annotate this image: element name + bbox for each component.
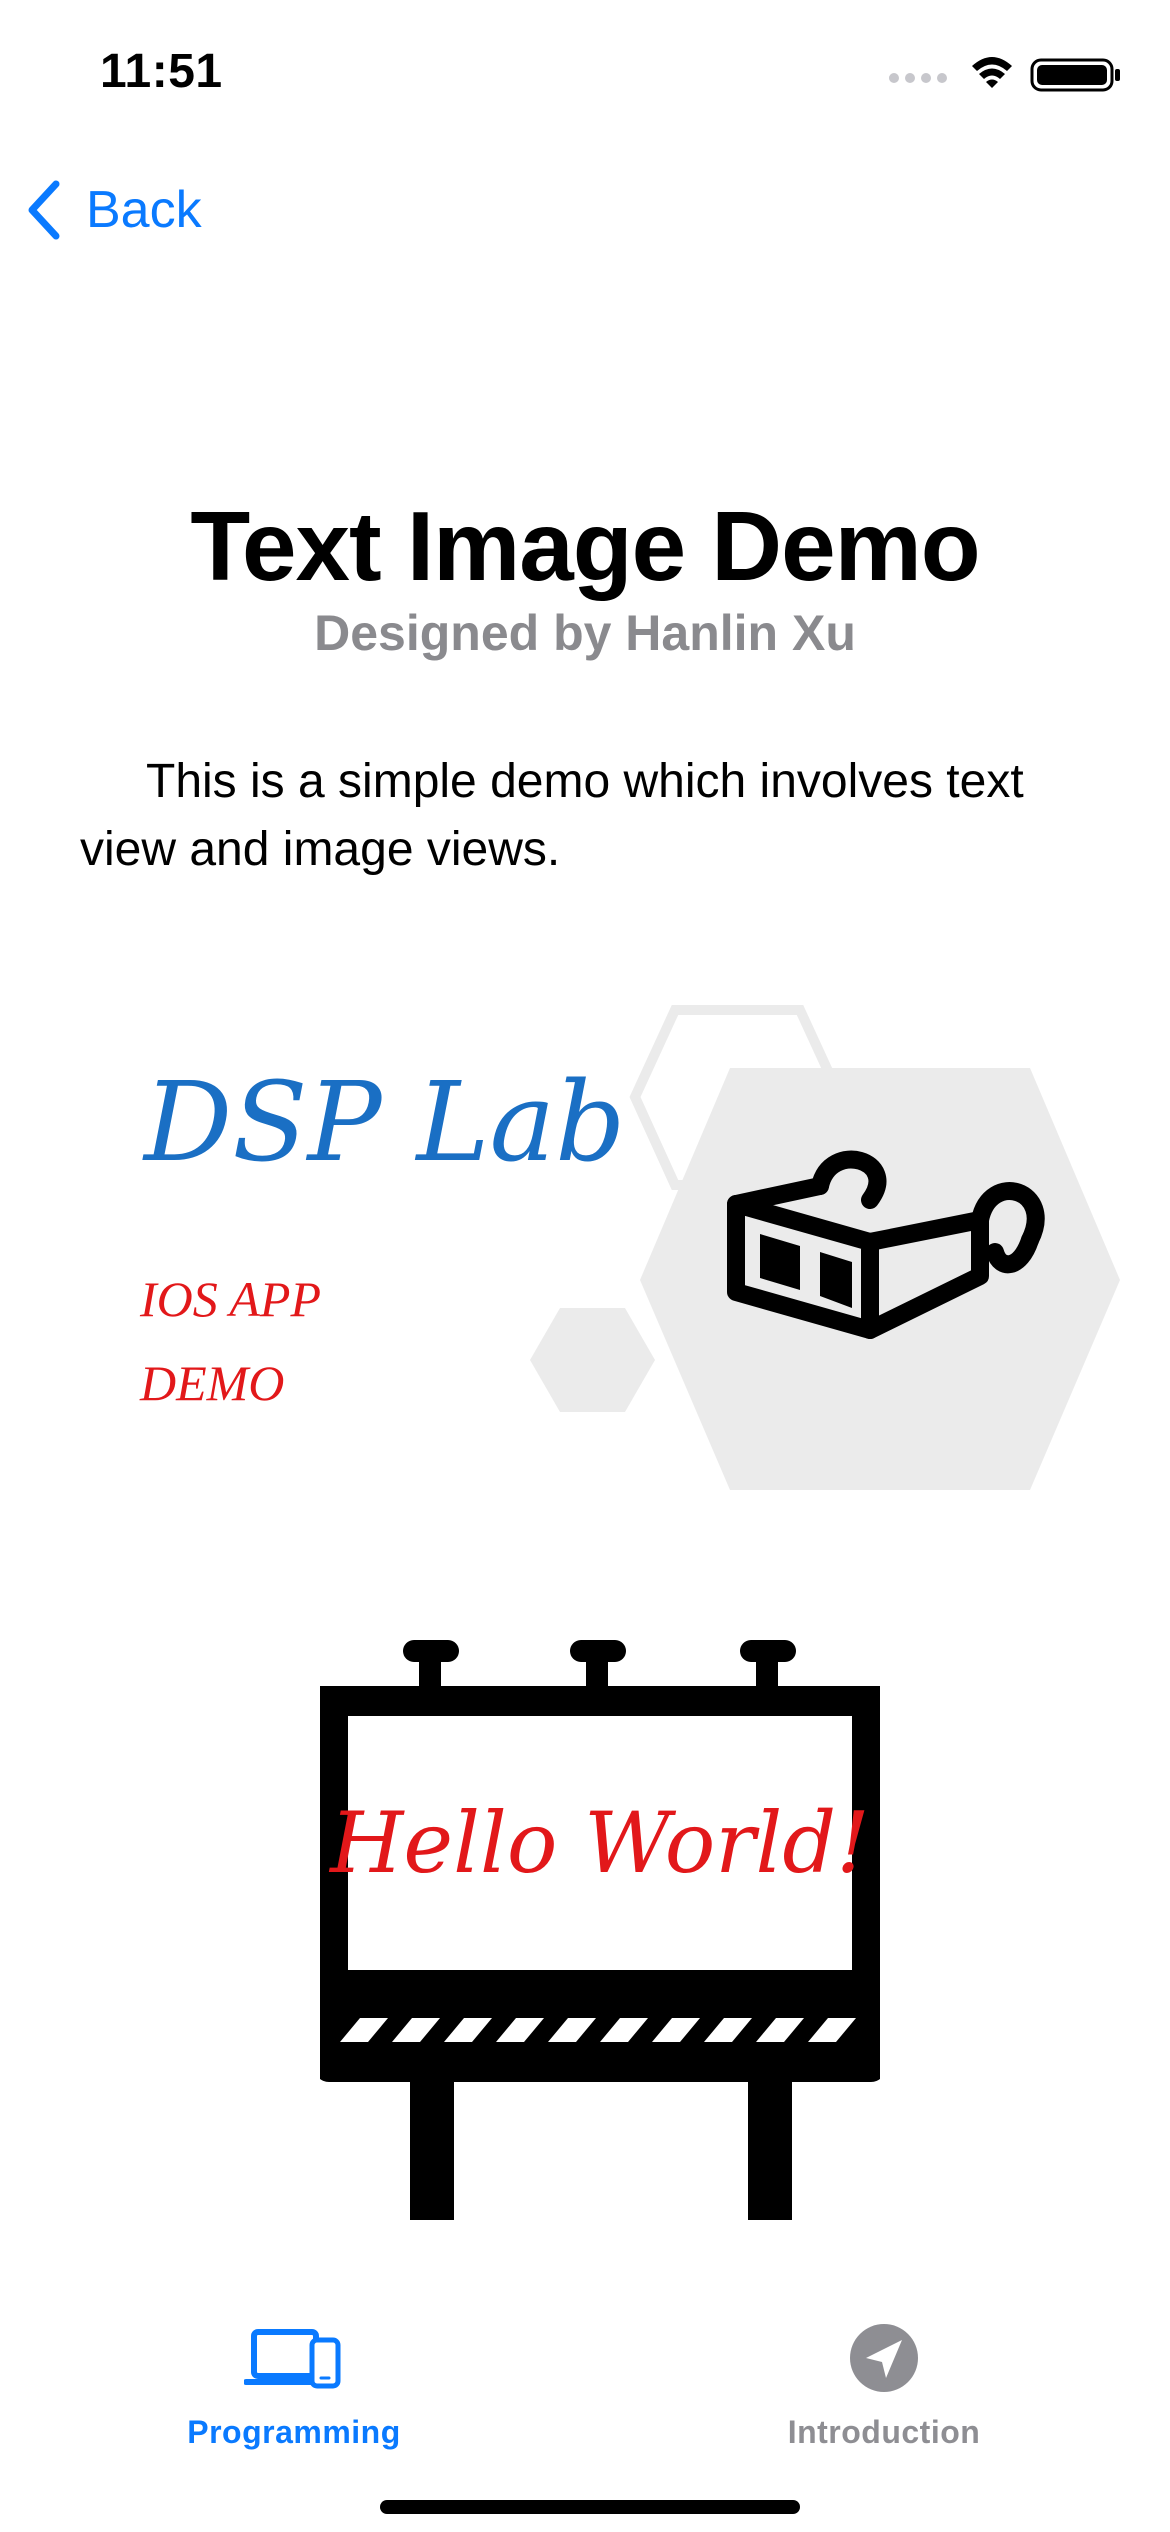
home-indicator xyxy=(380,2500,800,2514)
back-button[interactable]: Back xyxy=(24,170,264,250)
page-title: Text Image Demo xyxy=(190,491,980,601)
battery-icon xyxy=(1030,58,1120,92)
billboard-image: Hello World! xyxy=(320,1640,880,2220)
page-subtitle: Designed by Hanlin Xu xyxy=(314,605,856,661)
location-arrow-icon xyxy=(850,2324,918,2392)
status-icons xyxy=(889,57,1120,92)
billboard-text: Hello World! xyxy=(328,1794,870,1892)
dsp-lab-image: DSP Lab IOS APP DEMO xyxy=(139,1005,1120,1490)
chevron-left-icon xyxy=(28,180,60,240)
small-hexagon-shape xyxy=(530,1308,655,1412)
devices-icon xyxy=(244,2329,341,2389)
description-text: This is a simple demo which involves tex… xyxy=(80,755,1024,876)
status-time: 11:51 xyxy=(100,45,223,98)
tab-introduction[interactable]: Introduction xyxy=(734,2320,1034,2470)
large-hexagon-shape xyxy=(640,1068,1120,1490)
dsp-title-text: DSP Lab xyxy=(142,1058,626,1186)
billboard-icon xyxy=(320,1640,880,2220)
tab-bar: Programming Introduction xyxy=(0,2300,1170,2532)
status-bar: 11:51 xyxy=(0,0,1170,140)
dsp-line1-text: IOS APP xyxy=(139,1271,321,1327)
dsp-line2-text: DEMO xyxy=(139,1355,284,1411)
wifi-icon xyxy=(972,57,1012,88)
tab-programming[interactable]: Programming xyxy=(144,2320,444,2470)
tab-introduction-label: Introduction xyxy=(787,2414,981,2450)
signal-dots-icon xyxy=(889,73,947,83)
back-label: Back xyxy=(86,181,202,239)
tab-programming-label: Programming xyxy=(187,2414,401,2450)
